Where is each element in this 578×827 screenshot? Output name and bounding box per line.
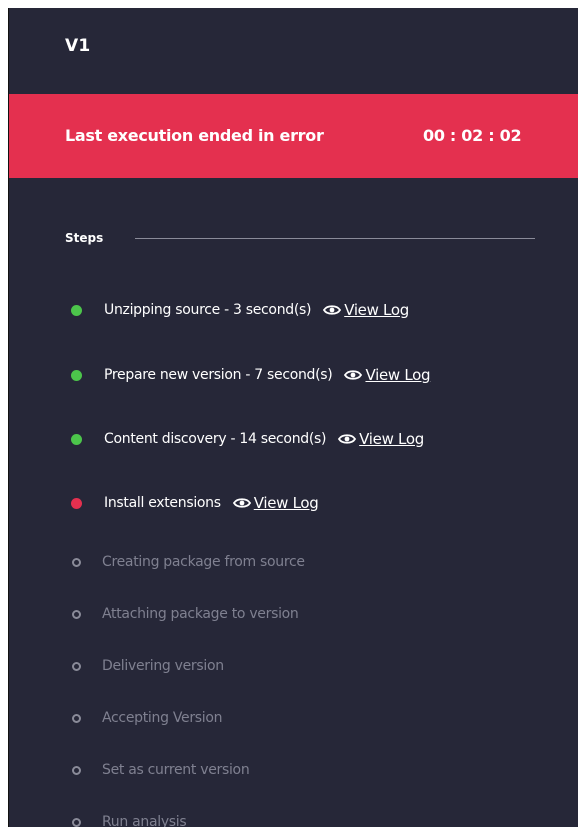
view-log-label: View Log [359, 430, 424, 448]
step-label: Creating package from source [102, 554, 305, 570]
step-content-discovery: Content discovery - 14 second(s) View Lo… [71, 427, 424, 451]
step-label: Content discovery - 14 second(s) [104, 431, 327, 447]
steps-label: Steps [65, 231, 104, 245]
status-dot-icon [72, 817, 81, 827]
step-label: Delivering version [102, 658, 224, 674]
step-attaching-package: Attaching package to version [71, 602, 299, 626]
status-dot-icon [72, 713, 81, 723]
view-log-label: View Log [344, 301, 409, 319]
error-banner: Last execution ended in error 00 : 02 : … [9, 94, 578, 178]
step-accepting-version: Accepting Version [71, 706, 223, 730]
step-label: Install extensions [104, 495, 221, 511]
eye-icon [323, 305, 342, 315]
status-dot-icon [72, 661, 81, 671]
step-install-extensions: Install extensions View Log [71, 491, 319, 515]
pipeline-panel: V1 Last execution ended in error 00 : 02… [8, 8, 578, 827]
step-label: Prepare new version - 7 second(s) [104, 367, 333, 383]
view-log-label: View Log [253, 494, 319, 512]
step-label: Unzipping source - 3 second(s) [104, 302, 312, 318]
step-set-current-version: Set as current version [71, 758, 250, 782]
status-dot-icon [71, 433, 82, 445]
status-dot-icon [71, 497, 82, 509]
eye-icon [232, 498, 251, 508]
step-label: Set as current version [102, 762, 250, 778]
eye-icon [338, 434, 357, 444]
status-dot-icon [72, 765, 81, 775]
execution-timer: 00 : 02 : 02 [423, 126, 522, 145]
view-log-link[interactable]: View Log [323, 301, 409, 319]
step-creating-package: Creating package from source [71, 550, 305, 574]
error-message: Last execution ended in error [65, 126, 324, 145]
version-title: V1 [65, 36, 91, 56]
step-label: Run analysis [102, 814, 187, 827]
steps-section-header: Steps [65, 228, 535, 248]
step-delivering-version: Delivering version [71, 654, 224, 678]
step-prepare-new-version: Prepare new version - 7 second(s) View L… [71, 363, 431, 387]
steps-divider [135, 238, 535, 239]
step-unzipping-source: Unzipping source - 3 second(s) View Log [71, 298, 409, 322]
step-run-analysis: Run analysis [71, 810, 187, 827]
status-dot-icon [71, 304, 82, 316]
status-dot-icon [72, 609, 81, 619]
view-log-link[interactable]: View Log [338, 430, 424, 448]
status-dot-icon [72, 557, 81, 567]
view-log-link[interactable]: View Log [232, 494, 319, 512]
view-log-label: View Log [365, 366, 431, 384]
step-label: Accepting Version [102, 710, 223, 726]
eye-icon [344, 370, 363, 380]
view-log-link[interactable]: View Log [344, 366, 431, 384]
status-dot-icon [71, 369, 82, 381]
step-label: Attaching package to version [102, 606, 299, 622]
